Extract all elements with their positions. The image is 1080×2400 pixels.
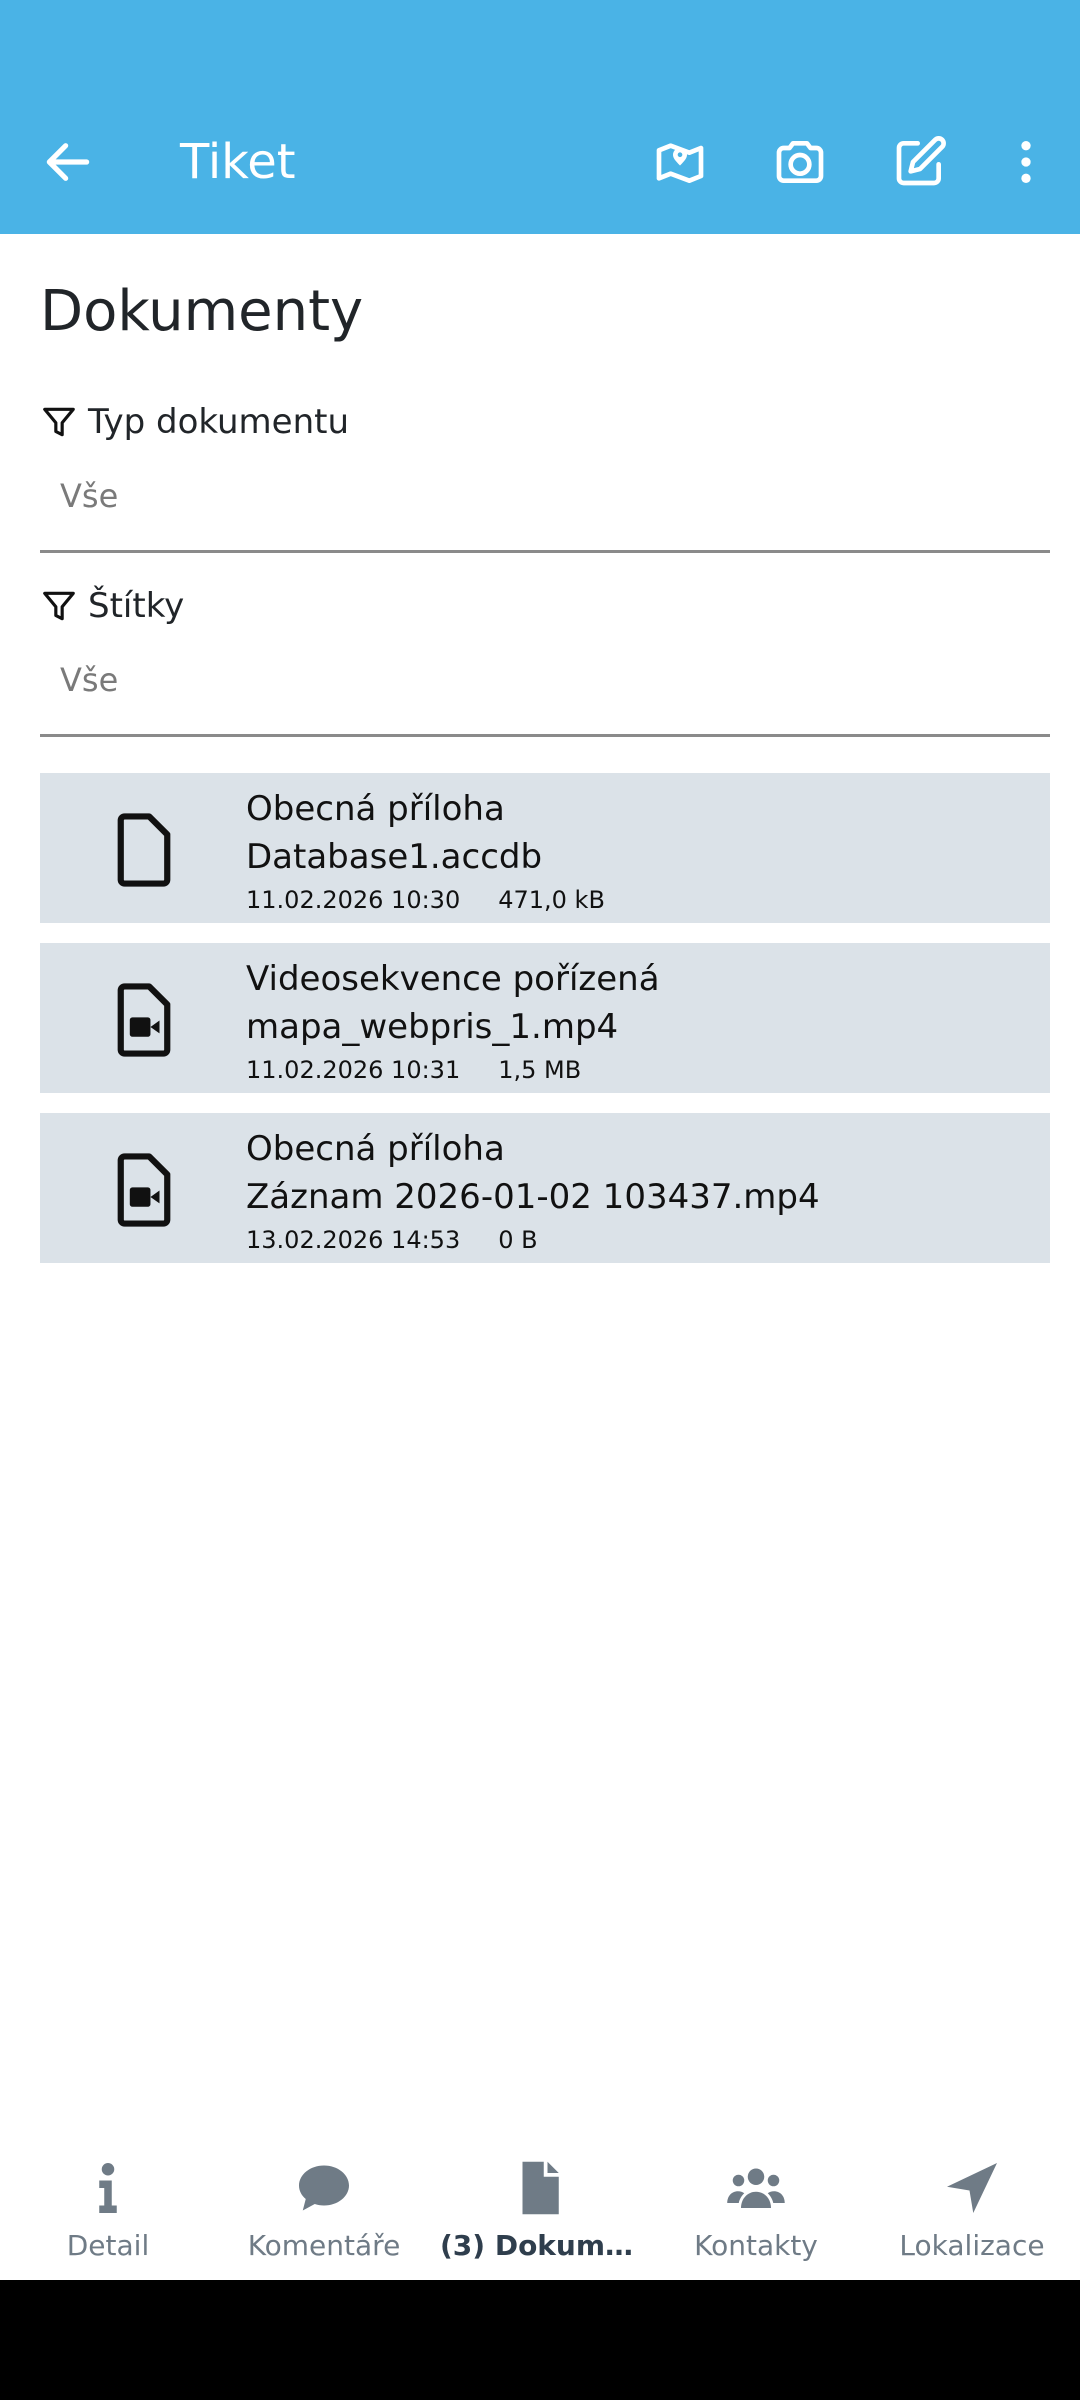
document-size: 1,5 MB (498, 1056, 582, 1084)
map-button[interactable] (642, 124, 718, 200)
more-options-button[interactable] (988, 124, 1064, 200)
filter-value[interactable]: Vše (60, 658, 118, 702)
tab-label: Kontakty (694, 2229, 818, 2262)
file-icon (102, 808, 186, 892)
app-bar-title: Tiket (180, 134, 296, 190)
location-arrow-icon (947, 2163, 997, 2213)
document-meta: 13.02.2026 14:53 0 B (246, 1225, 538, 1255)
document-type-filter[interactable]: Typ dokumentu Vše (40, 400, 1050, 553)
document-size: 471,0 kB (498, 886, 605, 914)
document-date: 11.02.2026 10:31 (246, 1056, 461, 1084)
list-item[interactable]: Videosekvence pořízená mapa_webpris_1.mp… (40, 943, 1050, 1093)
filter-label-text: Štítky (88, 586, 185, 626)
tab-comments[interactable]: Komentáře (216, 2140, 432, 2280)
more-vertical-icon (1021, 141, 1031, 183)
document-type: Obecná příloha (246, 789, 505, 829)
page-title: Dokumenty (40, 279, 364, 344)
filter-icon (43, 407, 75, 437)
document-type: Obecná příloha (246, 1129, 505, 1169)
back-button[interactable] (30, 124, 106, 200)
tab-contacts[interactable]: Kontakty (648, 2140, 864, 2280)
map-pin-icon (656, 143, 704, 184)
tags-filter[interactable]: Štítky Vše (40, 584, 1050, 737)
tab-label: (3) Dokumenty (440, 2229, 648, 2262)
tab-documents[interactable]: (3) Dokumenty (432, 2140, 648, 2280)
tab-detail[interactable]: Detail (0, 2140, 216, 2280)
comment-icon (299, 2165, 349, 2211)
tab-label: Komentáře (247, 2229, 401, 2262)
document-icon (522, 2161, 559, 2215)
arrow-left-icon (46, 143, 90, 181)
file-video-icon (102, 1148, 186, 1232)
list-item[interactable]: Obecná příloha Záznam 2026-01-02 103437.… (40, 1113, 1050, 1263)
tab-label: Detail (66, 2229, 150, 2262)
document-name: Database1.accdb (246, 837, 543, 877)
camera-icon (776, 141, 824, 184)
list-item[interactable]: Obecná příloha Database1.accdb 11.02.202… (40, 773, 1050, 923)
filter-icon (43, 591, 75, 621)
document-name: mapa_webpris_1.mp4 (246, 1007, 619, 1047)
status-bar (0, 0, 1080, 90)
app-bar: Tiket (0, 90, 1080, 234)
system-navigation-bar (0, 2280, 1080, 2400)
document-type: Videosekvence pořízená (246, 959, 660, 999)
document-meta: 11.02.2026 10:30 471,0 kB (246, 885, 605, 915)
bottom-navigation: Detail Komentáře (3) Dokumenty Kontakty … (0, 2140, 1080, 2280)
filter-value[interactable]: Vše (60, 474, 118, 518)
filter-label-text: Typ dokumentu (88, 402, 350, 442)
document-size: 0 B (498, 1226, 538, 1254)
file-video-icon (102, 978, 186, 1062)
tab-location[interactable]: Lokalizace (864, 2140, 1080, 2280)
document-name: Záznam 2026-01-02 103437.mp4 (246, 1177, 820, 1217)
tab-label: Lokalizace (899, 2229, 1045, 2262)
document-date: 13.02.2026 14:53 (246, 1226, 461, 1254)
document-date: 11.02.2026 10:30 (246, 886, 461, 914)
info-icon (99, 2163, 117, 2213)
document-meta: 11.02.2026 10:31 1,5 MB (246, 1055, 581, 1085)
document-list: Obecná příloha Database1.accdb 11.02.202… (40, 773, 1050, 1283)
users-icon (727, 2168, 785, 2208)
filter-label: Typ dokumentu (40, 400, 349, 444)
edit-button[interactable] (882, 124, 958, 200)
camera-button[interactable] (762, 124, 838, 200)
edit-icon (896, 136, 946, 186)
filter-label: Štítky (40, 584, 184, 628)
